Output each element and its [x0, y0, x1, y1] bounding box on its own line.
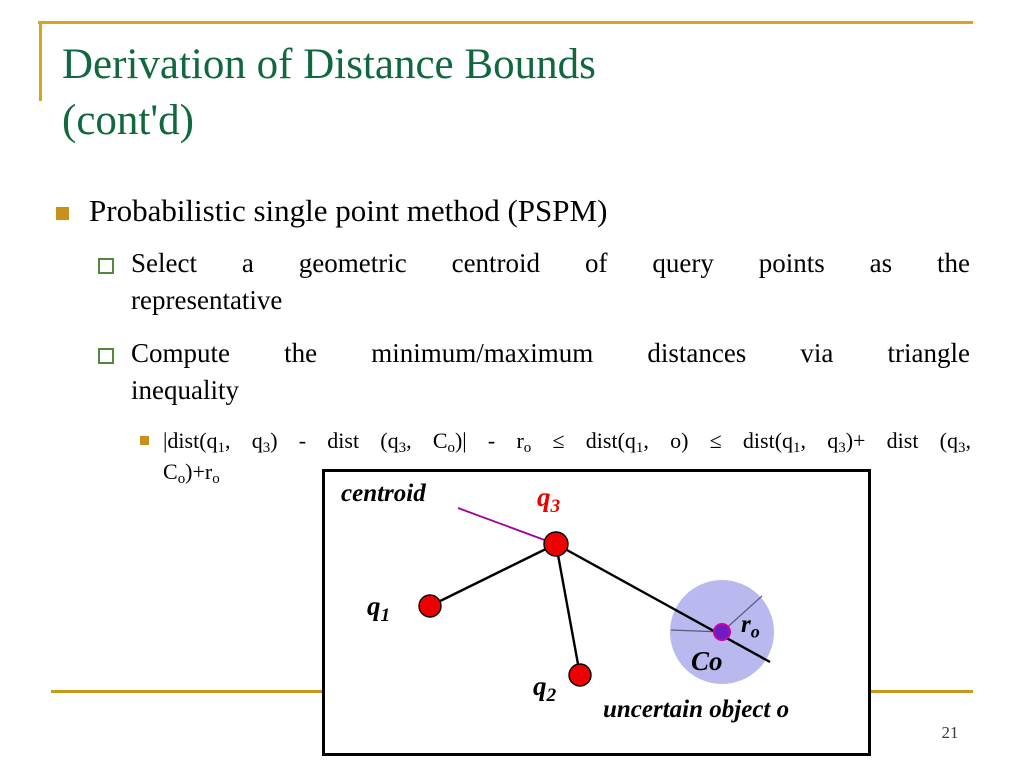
edge-q3-q1 — [429, 542, 557, 608]
point-q2 — [568, 663, 592, 687]
point-object-center — [713, 623, 731, 641]
point-q3 — [543, 531, 569, 557]
bullet-level2-compute-text: Compute the minimum/maximum distances vi… — [131, 335, 970, 409]
slide-canvas: Derivation of Distance Bounds (cont'd) P… — [0, 0, 1024, 768]
top-accent-rule — [38, 21, 973, 24]
bullet-level2-compute-line1: Compute the minimum/maximum distances vi… — [131, 338, 970, 368]
diagram-label-radius: ro — [741, 611, 760, 642]
bullet-hollow-square-icon — [98, 348, 114, 364]
bottom-accent-rule-left — [51, 690, 323, 693]
bullet-hollow-square-icon — [98, 258, 114, 274]
bullet-level2-select: Select a geometric centroid of query poi… — [98, 245, 970, 319]
bullet-square-icon — [56, 207, 69, 220]
page-number: 21 — [941, 723, 959, 742]
edge-q3-q2 — [554, 543, 582, 676]
bullet-level2-select-text: Select a geometric centroid of query poi… — [131, 245, 970, 319]
bullet-level2-select-line2: representative — [131, 285, 283, 315]
bullet-small-square-icon — [140, 436, 149, 445]
slide-title-line-1: Derivation of Distance Bounds — [62, 41, 596, 88]
diagram-label-uncertain-object: uncertain object o — [603, 696, 790, 723]
diagram-label-q1: q1 — [367, 591, 391, 626]
pspm-diagram: centroid q3 q1 q2 Co ro uncertain object… — [322, 469, 871, 756]
bullet-level1: Probabilistic single point method (PSPM) — [56, 192, 986, 230]
centroid-leader-line — [457, 507, 551, 543]
formula-line-1: |dist(q1, q3) - dist (q3, Co)| - ro ≤ di… — [163, 428, 971, 457]
bullet-level2-select-line1: Select a geometric centroid of query poi… — [131, 248, 970, 278]
diagram-label-q2: q2 — [533, 671, 557, 706]
left-accent-rule — [39, 21, 42, 101]
bottom-accent-rule-right — [871, 690, 973, 693]
bullet-level2-compute-line2: inequality — [131, 375, 239, 405]
diagram-label-centroid: centroid — [341, 480, 426, 507]
diagram-label-co: Co — [691, 646, 723, 676]
diagram-label-q3: q3 — [537, 482, 561, 517]
slide-title: Derivation of Distance Bounds (cont'd) — [62, 37, 942, 149]
bullet-level2-compute: Compute the minimum/maximum distances vi… — [98, 335, 970, 409]
slide-title-line-2: (cont'd) — [62, 97, 194, 144]
bullet-level1-text: Probabilistic single point method (PSPM) — [89, 193, 608, 228]
point-q1 — [418, 594, 442, 618]
